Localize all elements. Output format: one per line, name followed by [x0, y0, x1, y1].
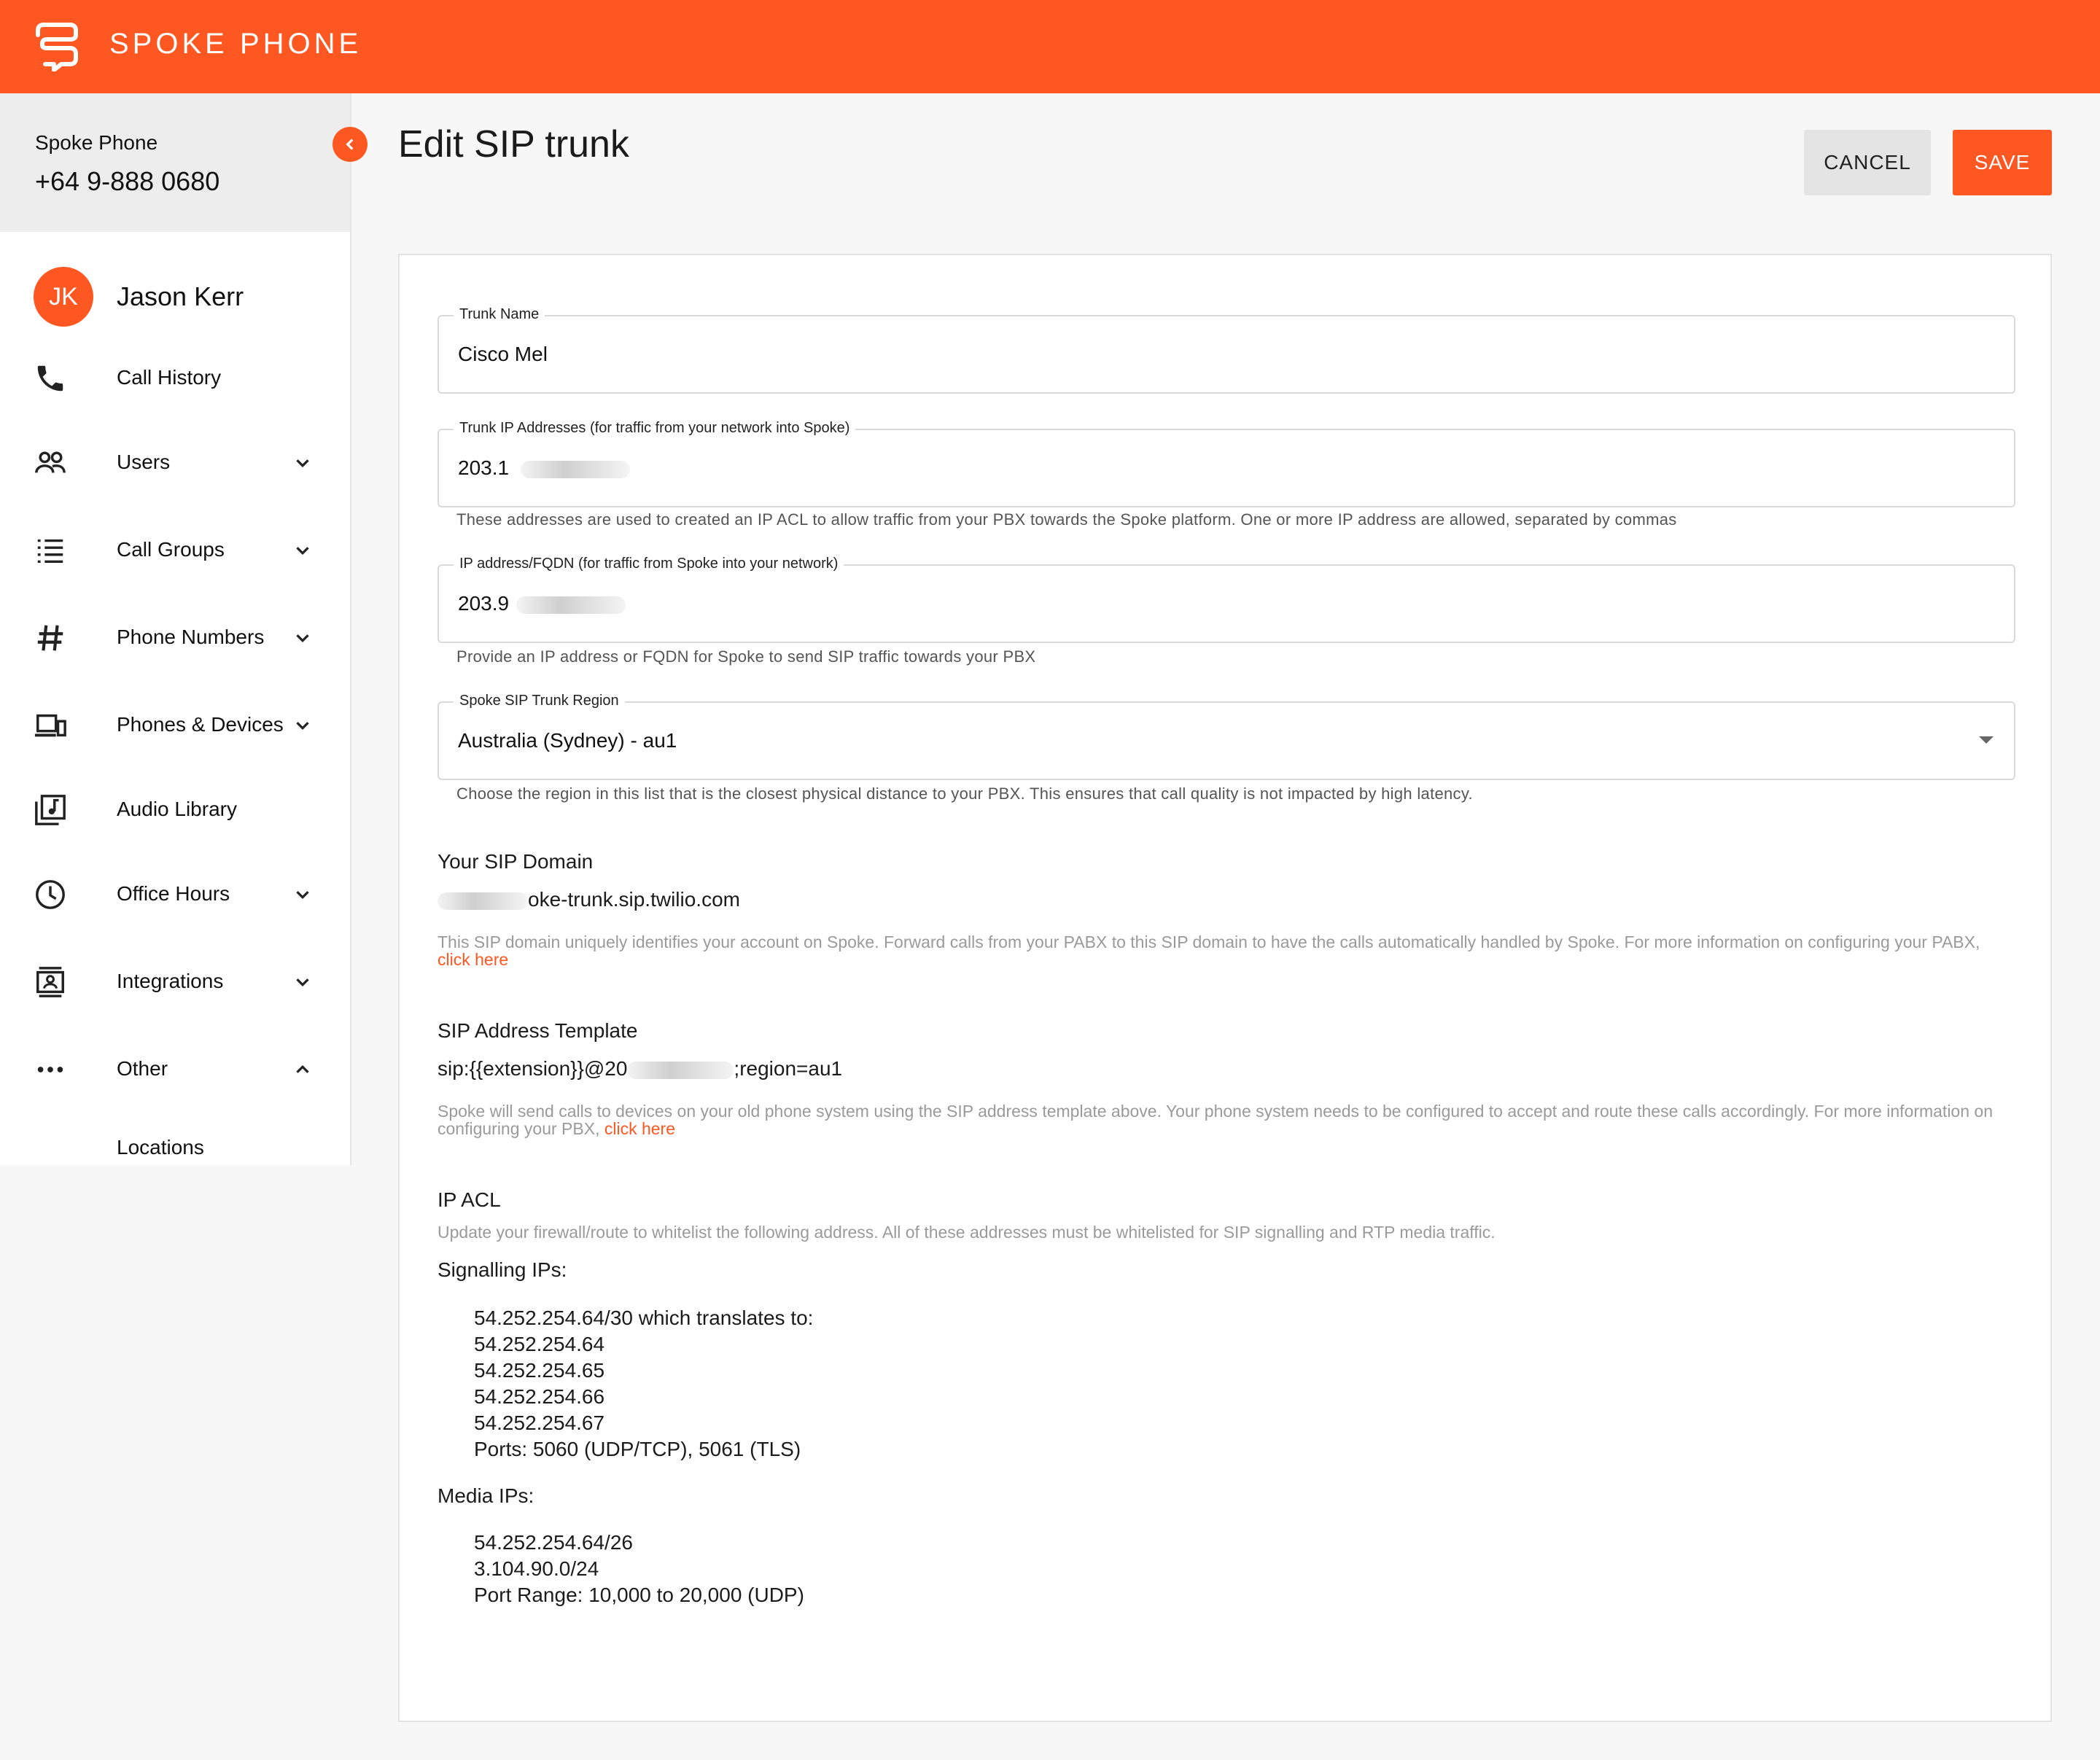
- sidebar-item-call-history[interactable]: Call History: [0, 349, 350, 407]
- redacted-blur: [627, 1061, 734, 1079]
- region-selected-value: Australia (Sydney) - au1: [458, 729, 677, 752]
- chevron-down-icon: [296, 722, 309, 731]
- sidebar-item-label: Other: [117, 1057, 168, 1080]
- brand-name: SPOKE PHONE: [109, 28, 362, 60]
- chevron-down-icon: [296, 459, 309, 468]
- sidebar-item-audio-library[interactable]: Audio Library: [0, 780, 350, 838]
- sidebar-item-label: Audio Library: [117, 798, 237, 820]
- sip-trunk-form-card: Trunk Name Cisco Mel Trunk IP Addresses …: [398, 254, 2052, 1722]
- chevron-down-icon: [296, 978, 309, 987]
- sip-template-value: sip:{{extension}}@20 ;region=au1: [438, 1057, 842, 1080]
- media-ip-line: 3.104.90.0/24: [474, 1557, 599, 1580]
- fqdn-helper: Provide an IP address or FQDN for Spoke …: [456, 647, 1036, 666]
- sidebar-item-integrations[interactable]: Integrations: [0, 952, 350, 1011]
- sidebar-item-office-hours[interactable]: Office Hours: [0, 865, 350, 923]
- sip-domain-visible: oke-trunk.sip.twilio.com: [528, 888, 740, 911]
- ip-visible-prefix: 203.1: [458, 456, 510, 479]
- chevron-up-icon: [296, 1064, 309, 1073]
- fqdn-input[interactable]: 203.9: [458, 592, 626, 615]
- sidebar-item-label: Phones & Devices: [117, 713, 284, 736]
- more-horiz-icon: [37, 1067, 63, 1072]
- sip-template-suffix: ;region=au1: [734, 1057, 843, 1080]
- trunk-name-input[interactable]: Cisco Mel: [458, 343, 548, 366]
- signalling-ip-line: 54.252.254.64/30 which translates to:: [474, 1307, 814, 1329]
- region-select[interactable]: Spoke SIP Trunk Region Australia (Sydney…: [438, 693, 2015, 780]
- company-header: Spoke Phone +64 9-888 0680: [0, 93, 350, 232]
- chevron-down-icon: [296, 547, 309, 556]
- contact-card-icon: [36, 967, 64, 997]
- signalling-ports-line: Ports: 5060 (UDP/TCP), 5061 (TLS): [474, 1438, 801, 1460]
- spoke-logo-icon: [36, 23, 78, 71]
- signalling-ip-line: 54.252.254.65: [474, 1359, 605, 1382]
- signalling-ip-line: 54.252.254.66: [474, 1385, 605, 1408]
- trunk-ip-addresses-input[interactable]: 203.1: [458, 456, 630, 480]
- sip-domain-title: Your SIP Domain: [438, 850, 594, 873]
- sidebar-item-label: Call History: [117, 366, 222, 389]
- ip-acl-title: IP ACL: [438, 1188, 501, 1211]
- page-title: Edit SIP trunk: [398, 123, 629, 166]
- user-profile[interactable]: JK Jason Kerr: [0, 267, 350, 332]
- clock-icon: [36, 880, 65, 909]
- sidebar-item-call-groups[interactable]: Call Groups: [0, 521, 350, 579]
- sidebar: Spoke Phone +64 9-888 0680 JK Jason Kerr…: [0, 93, 351, 1165]
- field-label: Spoke SIP Trunk Region: [454, 693, 625, 709]
- sip-template-description: Spoke will send calls to devices on your…: [438, 1102, 1998, 1137]
- description-text: This SIP domain uniquely identifies your…: [438, 932, 1980, 951]
- media-ips-title: Media IPs:: [438, 1484, 534, 1507]
- sip-template-help-link[interactable]: click here: [604, 1119, 675, 1138]
- sip-domain-description: This SIP domain uniquely identifies your…: [438, 933, 1998, 968]
- top-bar: SPOKE PHONE: [0, 0, 2100, 93]
- save-button[interactable]: SAVE: [1953, 130, 2052, 195]
- sip-domain-value: oke-trunk.sip.twilio.com: [438, 888, 740, 911]
- sidebar-item-label: Users: [117, 451, 171, 473]
- company-name: Spoke Phone: [35, 131, 158, 154]
- sidebar-item-phones-devices[interactable]: Phones & Devices: [0, 696, 350, 754]
- trunk-ip-helper: These addresses are used to created an I…: [456, 510, 1677, 529]
- sip-domain-help-link[interactable]: click here: [438, 950, 508, 969]
- fqdn-field[interactable]: IP address/FQDN (for traffic from Spoke …: [438, 556, 2015, 643]
- trunk-ip-addresses-field[interactable]: Trunk IP Addresses (for traffic from you…: [438, 420, 2015, 507]
- field-label: IP address/FQDN (for traffic from Spoke …: [454, 556, 844, 572]
- sidebar-item-label: Phone Numbers: [117, 626, 265, 648]
- field-label: Trunk Name: [454, 306, 545, 323]
- sip-template-title: SIP Address Template: [438, 1019, 638, 1042]
- signalling-ip-line: 54.252.254.67: [474, 1411, 605, 1434]
- dropdown-arrow-icon: [1979, 736, 1994, 744]
- chevron-left-icon: [346, 139, 354, 150]
- chevron-down-icon: [296, 634, 309, 643]
- phone-icon: [37, 365, 63, 392]
- redacted-blur: [438, 892, 528, 910]
- sidebar-item-label: Call Groups: [117, 538, 225, 561]
- sidebar-subitem-locations[interactable]: Locations: [117, 1136, 204, 1159]
- devices-icon: [34, 714, 66, 737]
- music-library-icon: [35, 795, 66, 825]
- sip-template-prefix: sip:{{extension}}@20: [438, 1057, 628, 1080]
- list-icon: [37, 539, 63, 564]
- user-name: Jason Kerr: [117, 281, 244, 311]
- sidebar-item-users[interactable]: Users: [0, 433, 350, 491]
- users-icon: [35, 451, 66, 473]
- signalling-ips-title: Signalling IPs:: [438, 1258, 567, 1281]
- sidebar-item-other[interactable]: Other: [0, 1040, 350, 1098]
- chevron-down-icon: [296, 891, 309, 900]
- redacted-blur: [520, 460, 630, 478]
- fqdn-visible-prefix: 203.9: [458, 592, 510, 615]
- field-label: Trunk IP Addresses (for traffic from you…: [454, 420, 856, 437]
- trunk-name-field[interactable]: Trunk Name Cisco Mel: [438, 306, 2015, 394]
- media-port-range-line: Port Range: 10,000 to 20,000 (UDP): [474, 1584, 804, 1606]
- ip-acl-description: Update your firewall/route to whitelist …: [438, 1223, 1496, 1242]
- media-ip-line: 54.252.254.64/26: [474, 1531, 633, 1554]
- sidebar-item-phone-numbers[interactable]: Phone Numbers: [0, 608, 350, 666]
- company-phone: +64 9-888 0680: [35, 166, 220, 196]
- signalling-ip-line: 54.252.254.64: [474, 1333, 605, 1355]
- hash-icon: [37, 625, 63, 651]
- sidebar-item-label: Office Hours: [117, 882, 230, 905]
- collapse-sidebar-button[interactable]: [332, 127, 368, 162]
- avatar: JK: [34, 267, 93, 327]
- redacted-blur: [516, 596, 626, 614]
- region-helper: Choose the region in this list that is t…: [456, 784, 1473, 803]
- cancel-button[interactable]: CANCEL: [1804, 130, 1931, 195]
- sidebar-item-label: Integrations: [117, 970, 224, 992]
